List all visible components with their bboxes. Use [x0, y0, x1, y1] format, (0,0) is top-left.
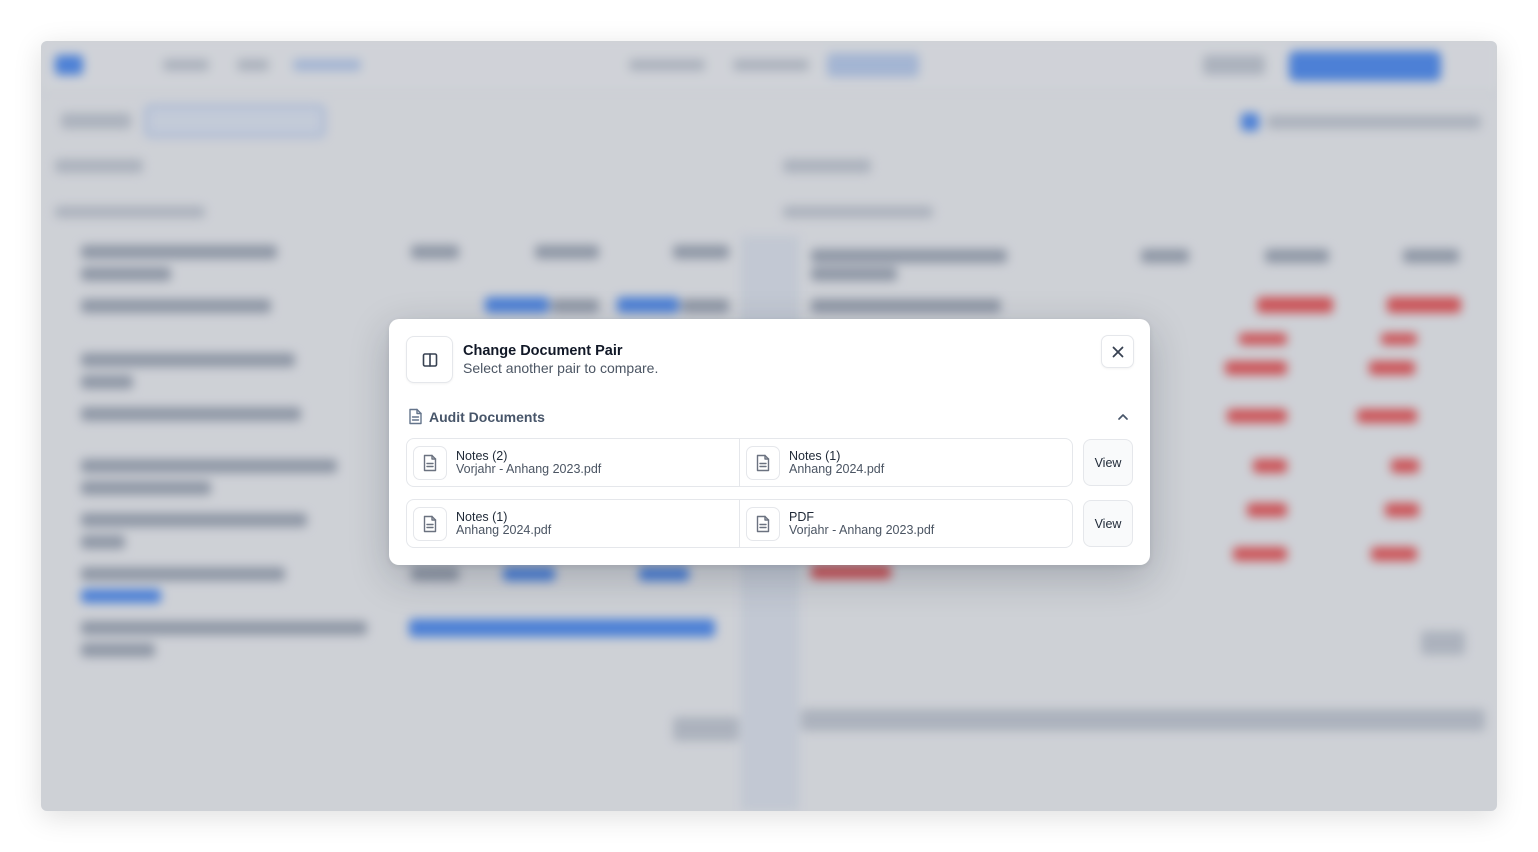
view-pair-button[interactable]: View: [1083, 439, 1133, 486]
dialog-subtitle: Select another pair to compare.: [463, 360, 659, 376]
view-pair-button[interactable]: View: [1083, 500, 1133, 547]
document-filename: Vorjahr - Anhang 2023.pdf: [789, 523, 935, 537]
compare-columns-icon: [406, 336, 453, 383]
document-pair-row[interactable]: Notes (2) Vorjahr - Anhang 2023.pdf Note…: [406, 438, 1073, 487]
change-document-pair-dialog: Change Document Pair Select another pair…: [389, 319, 1150, 565]
file-text-icon: [746, 446, 780, 480]
chevron-up-icon[interactable]: [1116, 410, 1130, 424]
close-icon: [1112, 346, 1123, 357]
section-title-audit-documents: Audit Documents: [429, 409, 545, 425]
pair-left-document: Notes (1) Anhang 2024.pdf: [407, 500, 739, 547]
document-filename: Vorjahr - Anhang 2023.pdf: [456, 462, 602, 476]
close-button[interactable]: [1101, 335, 1134, 368]
file-text-icon: [413, 507, 447, 541]
document-filename: Anhang 2024.pdf: [789, 462, 885, 476]
document-icon: [409, 408, 422, 425]
pair-right-document: Notes (1) Anhang 2024.pdf: [739, 439, 1072, 486]
document-pair-row[interactable]: Notes (1) Anhang 2024.pdf PDF Vorjahr - …: [406, 499, 1073, 548]
file-text-icon: [746, 507, 780, 541]
pair-right-document: PDF Vorjahr - Anhang 2023.pdf: [739, 500, 1072, 547]
dialog-title: Change Document Pair: [463, 343, 623, 359]
document-filename: Anhang 2024.pdf: [456, 523, 552, 537]
pair-left-document: Notes (2) Vorjahr - Anhang 2023.pdf: [407, 439, 739, 486]
file-text-icon: [413, 446, 447, 480]
